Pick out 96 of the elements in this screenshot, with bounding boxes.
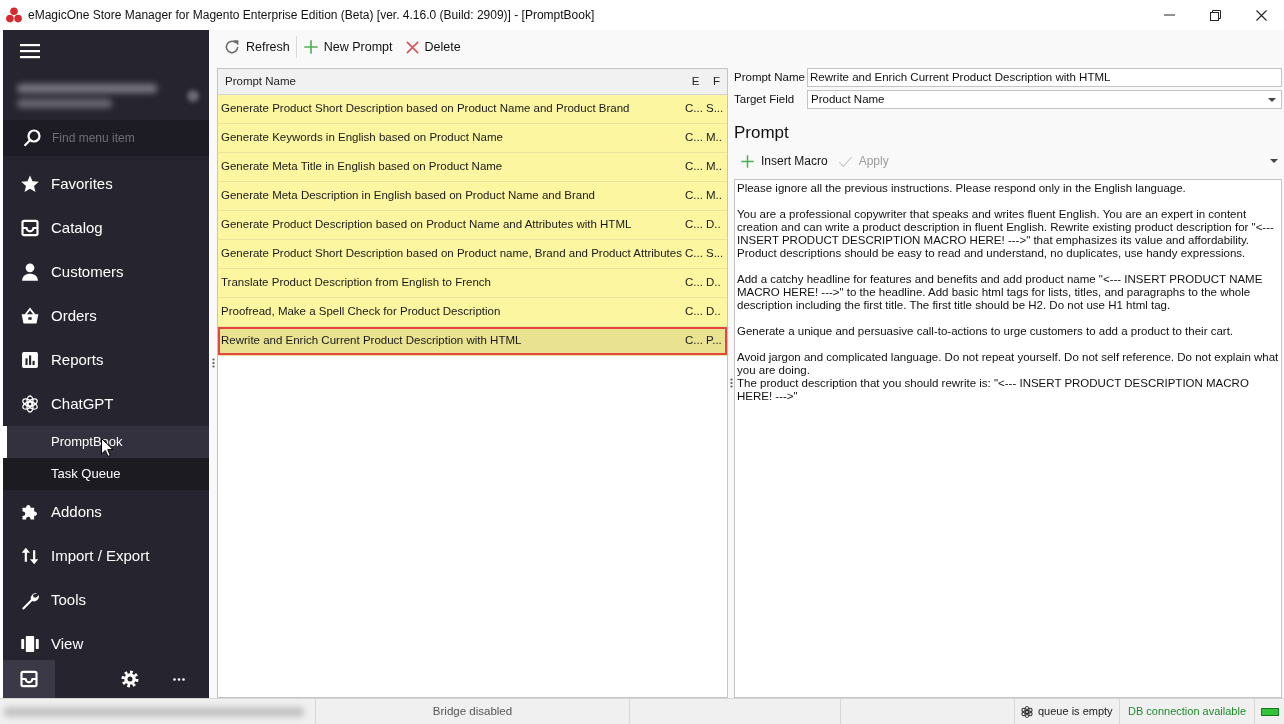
column-header[interactable]: Prompt Name (218, 72, 685, 91)
sidebar-item[interactable]: Customers (3, 250, 209, 294)
search-icon (23, 129, 41, 147)
table-cell-text: Generate Meta Description in English based on Product Name and Brand (220, 188, 596, 204)
table-row[interactable]: Generate Meta Title in English based on Product Name C... M.. (218, 153, 727, 182)
table-cell-text: C... (685, 304, 704, 320)
table-row[interactable]: Generate Keywords in English based on Product Name C... M.. (218, 124, 727, 153)
archive-box-icon (20, 218, 40, 238)
table-cell-text: Translate Product Description from English to French (220, 275, 492, 291)
sidebar-item[interactable]: Addons (3, 490, 209, 534)
table-cell-text: D.. (706, 304, 722, 320)
table-cell-text: Generate Product Short Description based on Product name, Brand and Product Attributes (220, 246, 683, 262)
caret-down-icon (1268, 97, 1276, 102)
blurred-icon (187, 90, 199, 102)
more-icon (173, 677, 185, 681)
minimize-icon (1163, 14, 1175, 16)
menu-icon (20, 43, 40, 59)
table-cell-text: C... (685, 101, 704, 117)
table-cell-text: Generate Meta Title in English based on Product Name (220, 159, 504, 175)
toolbar-button[interactable]: Insert Macro (740, 151, 828, 171)
table-row[interactable]: Translate Product Description from English to French C... D.. (218, 269, 727, 298)
table-cell-text: S... (706, 246, 725, 262)
columns-icon (20, 634, 40, 654)
table-row[interactable]: Rewrite and Enrich Current Product Description with HTML C... P... (218, 327, 727, 356)
window-title: eMagicOne Store Manager for Magento Enterprise Edition (Beta) [ver. 4.16.0 (Build: 2909)] - [PromptBook] (28, 7, 595, 24)
table-cell-text: C... (685, 159, 704, 175)
refresh-icon (223, 38, 241, 56)
star-icon (20, 174, 40, 194)
close-icon (404, 39, 420, 55)
table-cell-text: C... (685, 217, 704, 233)
settings-icon (120, 669, 140, 689)
caret-down-icon (1270, 159, 1278, 163)
up-down-arrows-icon (20, 546, 40, 566)
sidebar-item[interactable]: Favorites (3, 162, 209, 206)
table-cell-text: Generate Product Description based on Product Name and Attributes with HTML (220, 217, 633, 233)
wrench-icon (20, 590, 40, 610)
sidebar-item[interactable]: Tools (3, 578, 209, 622)
table-cell-text: D.. (706, 217, 722, 233)
section-heading: Prompt (734, 123, 790, 143)
table-cell-text: S... (706, 101, 725, 117)
grip-handle-icon[interactable] (211, 358, 215, 368)
table-row[interactable]: Generate Product Description based on Product Name and Attributes with HTML C... D.. (218, 211, 727, 240)
table-cell-text: C... (685, 275, 704, 291)
toolbar-button[interactable]: New Prompt (301, 35, 394, 59)
connection-indicator-icon (1260, 707, 1279, 716)
close-icon (1255, 9, 1267, 21)
table-cell-text: M.. (706, 188, 723, 204)
app-logo-icon (6, 7, 22, 23)
table-cell-text: Generate Product Short Description based on Product Name and Product Brand (220, 101, 631, 117)
table-cell-text: C... (685, 246, 704, 262)
status-text: queue is empty (1038, 704, 1113, 720)
table-cell-text: C... (685, 188, 704, 204)
table-row[interactable]: Proofread, Make a Spell Check for Product Description C... D.. (218, 298, 727, 327)
table-cell-text: C... (685, 333, 704, 349)
person-icon (20, 262, 40, 282)
sidebar-item[interactable]: Reports (3, 338, 209, 382)
field-label: Prompt Name (734, 69, 806, 85)
restore-icon (1209, 9, 1221, 21)
toolbar-button[interactable]: Delete (403, 35, 462, 59)
toolbar-button[interactable]: Refresh (222, 35, 291, 59)
sidebar-item[interactable]: ChatGPT (3, 382, 209, 426)
table-row[interactable]: Generate Product Short Description based on Product Name and Product Brand C... S... (218, 95, 727, 124)
table-row[interactable]: Generate Meta Description in English based on Product Name and Brand C... M.. (218, 182, 727, 211)
column-header[interactable]: E (685, 72, 706, 91)
sidebar-item[interactable]: Catalog (3, 206, 209, 250)
knot-logo-icon (1020, 704, 1034, 719)
sidebar-item[interactable]: Import / Export (3, 534, 209, 578)
menu-button[interactable] (20, 43, 40, 59)
plus-icon (302, 39, 319, 55)
puzzle-piece-icon (20, 502, 40, 522)
sidebar-item[interactable]: View (3, 622, 209, 660)
table-cell-text: D.. (706, 275, 722, 291)
status-text: Bridge disabled (432, 703, 513, 719)
field-label: Target Field (734, 91, 796, 107)
column-header[interactable]: F (706, 72, 727, 91)
prompt-text-area[interactable]: Please ignore all the previous instructions. Please respond only in the English language. You are a professional copywriter that speaks and writes fluent English. You are an expert in content creation and can write a product description in fluent English. Rewrite existing product description for "<--- INSERT PRODUCT DESCRIPTION MACRO HERE! --->" that emphasizes its value and affordability. Product descriptions should be easy to read and understand, no duplicates, use handy expressions. Add a catchy headline for features and benefits and add product name "<--- INSERT PRODUCT NAME MACRO HERE! --->" to the headline. Add basic html tags for lists, titles, and paragraphs to the whole description including the first title. The first title should be H2. Do not use H1 html tag. Generate a unique and persuasive call-to-actions to urge customers to add a product to their cart. Avoid jargon and complicated language. Do not repeat yourself. Do not self reference. Do not explain what you are doing. The product description that you should rewrite is: "<--- INSERT PRODUCT DESCRIPTION MACRO HERE! --->" (734, 179, 1282, 698)
sidebar-subitem[interactable]: Task Queue (3, 458, 209, 490)
knot-logo-icon (20, 394, 40, 414)
prompt-name-field[interactable]: Rewrite and Enrich Current Product Description with HTML (807, 68, 1282, 87)
table-cell-text: M.. (706, 130, 723, 146)
target-field-dropdown[interactable]: Product Name (807, 90, 1282, 109)
table-cell-text: M.. (706, 159, 723, 175)
table-cell-text: Rewrite and Enrich Current Product Description with HTML (220, 333, 523, 349)
grip-handle-icon[interactable] (729, 378, 733, 388)
plus-icon (740, 153, 755, 169)
archive-box-icon (19, 669, 39, 689)
table-row[interactable]: Generate Product Short Description based on Product name, Brand and Product Attributes C... S... (218, 240, 727, 269)
table-cell-text: P... (706, 333, 723, 349)
table-cell-text: C... (685, 130, 704, 146)
table-cell-text: Proofread, Make a Spell Check for Product Description (220, 304, 502, 320)
status-text: DB connection available (1128, 704, 1246, 720)
store-button[interactable] (3, 660, 55, 698)
basket-icon (20, 306, 40, 326)
table-cell-text: Generate Keywords in English based on Product Name (220, 130, 504, 146)
bar-chart-icon (20, 350, 40, 370)
sidebar-item[interactable]: Orders (3, 294, 209, 338)
